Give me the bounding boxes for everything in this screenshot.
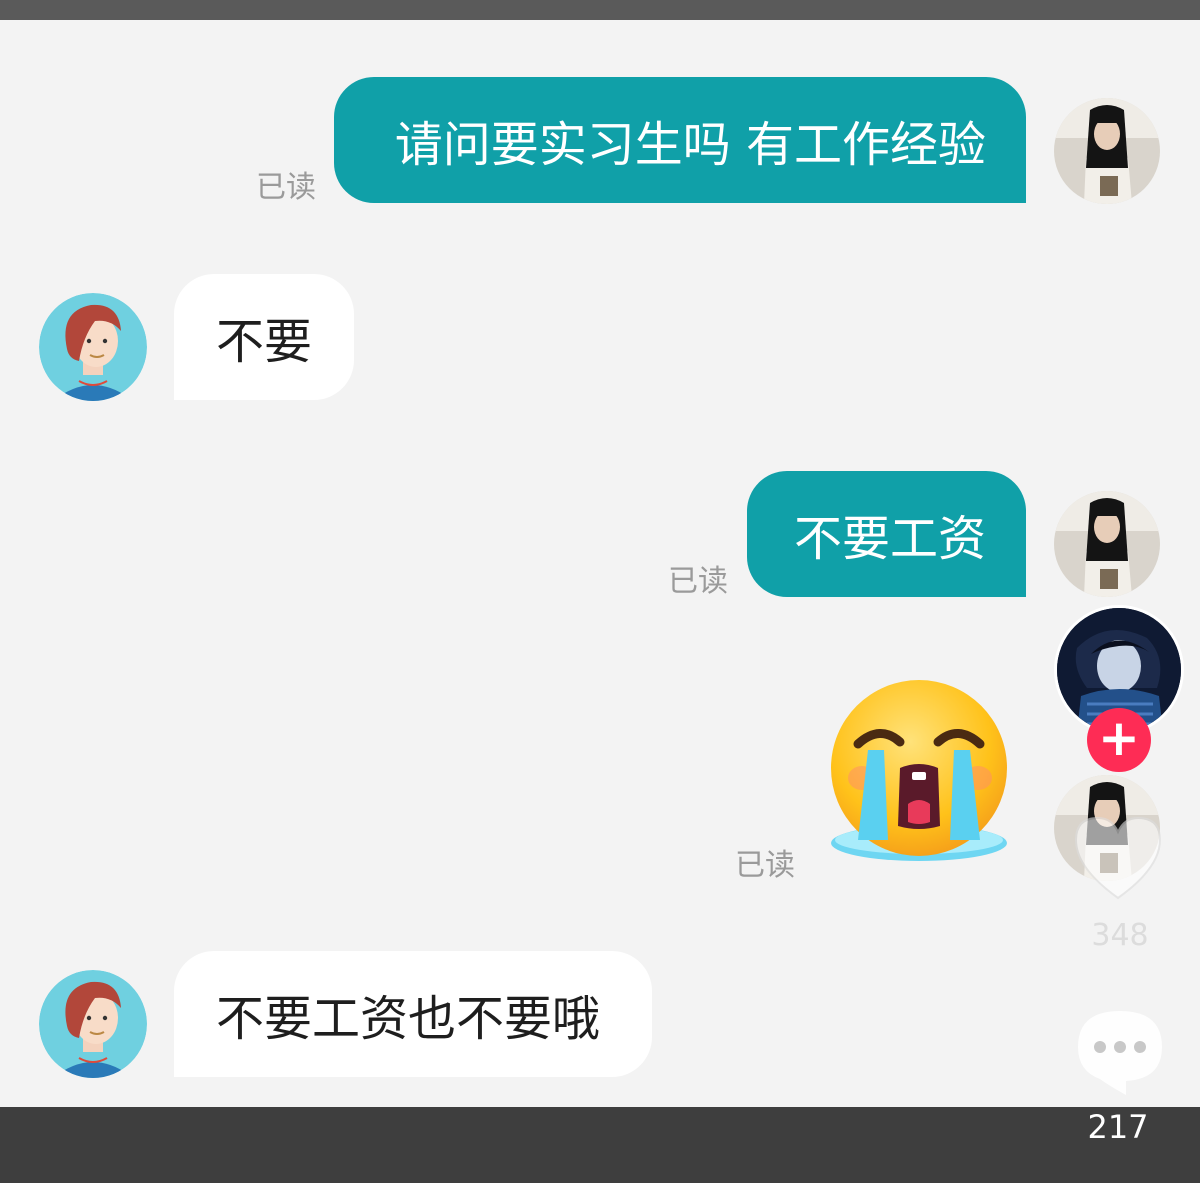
heart-icon[interactable] [1068,810,1168,905]
bottom-bar [0,1107,1200,1183]
message-text-2: 不要 [216,314,313,370]
message-text-1: 请问要实习生吗 有工作经验 [394,117,986,173]
contact-avatar-1[interactable] [39,293,147,401]
read-status-3: 已读 [735,848,795,883]
read-status-1: 已读 [256,170,316,205]
like-count: 348 [1091,918,1149,953]
message-bubble-outgoing-1[interactable]: 请问要实习生吗 有工作经验 [334,77,1026,203]
message-bubble-incoming-1[interactable]: 不要 [174,274,354,400]
comment-count: 217 [1087,1108,1149,1146]
message-text-3: 不要工资 [793,511,986,567]
contact-avatar-2[interactable] [39,970,147,1078]
crying-face-emoji[interactable] [828,680,1010,865]
comment-bubble-icon[interactable] [1070,1005,1170,1100]
my-avatar-1[interactable] [1054,98,1160,204]
my-avatar-2[interactable] [1054,491,1160,597]
message-text-5: 不要工资也不要哦 [216,991,601,1047]
follow-button[interactable]: + [1087,708,1151,772]
top-bar [0,0,1200,20]
message-bubble-outgoing-2[interactable]: 不要工资 [747,471,1026,597]
message-bubble-incoming-2[interactable]: 不要工资也不要哦 [174,951,652,1077]
read-status-2: 已读 [668,564,728,599]
